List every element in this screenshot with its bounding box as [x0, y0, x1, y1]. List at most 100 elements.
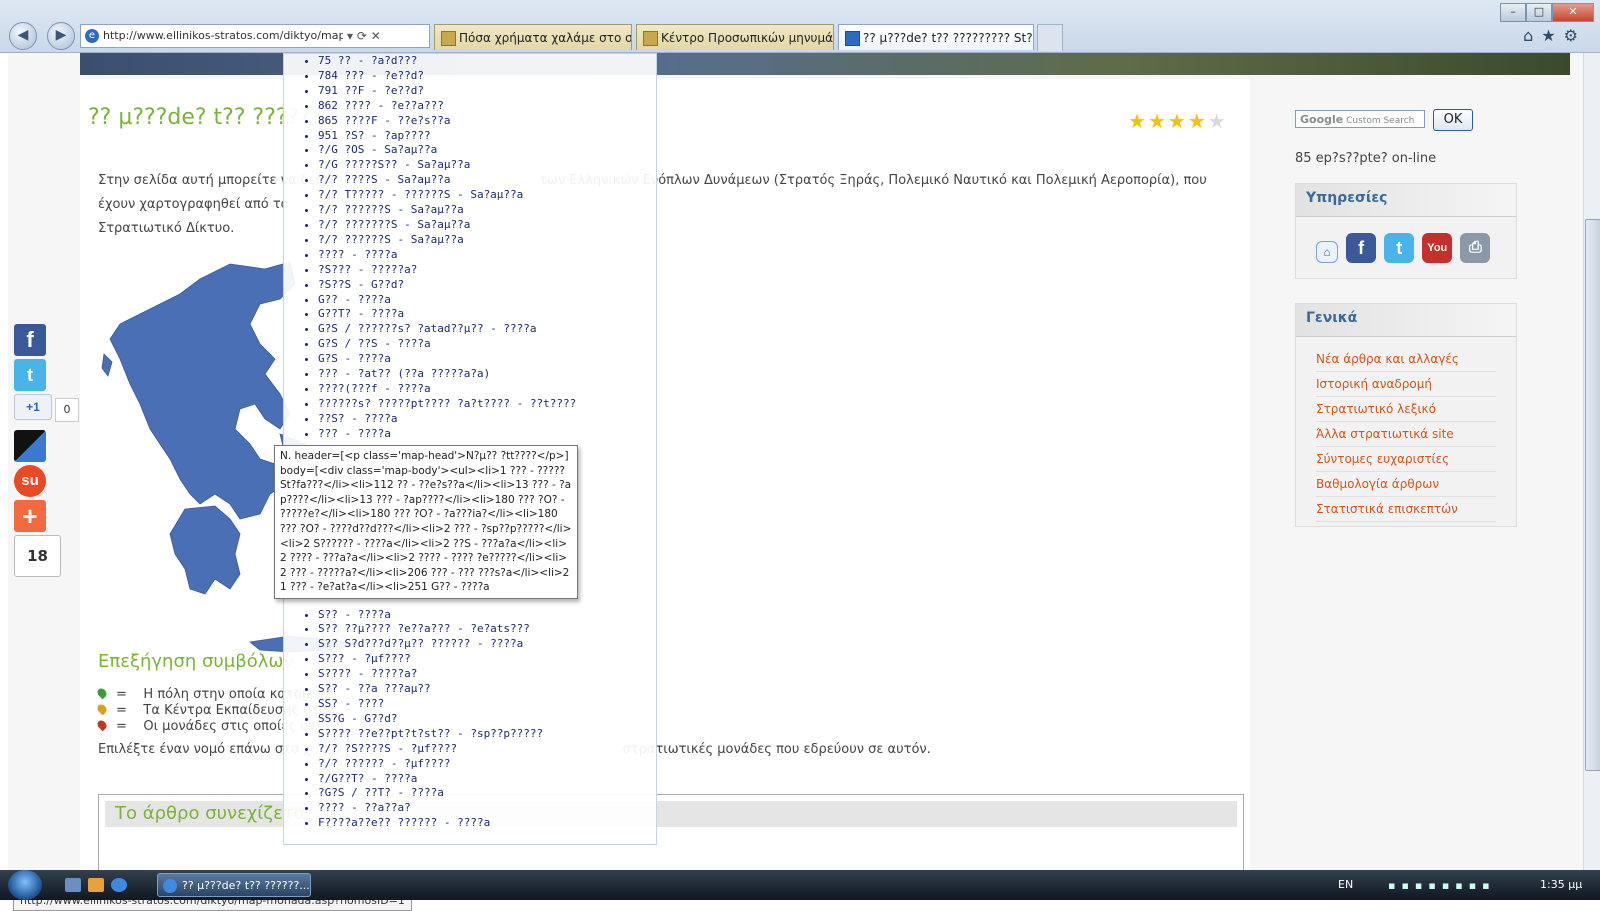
map-region-corfu[interactable] [101, 353, 113, 377]
unit-list-item[interactable]: S?? - ??a ???aµ?? [318, 682, 656, 697]
unit-list-item[interactable]: ?S??? - ?????a? [318, 263, 656, 278]
delicious-share-icon[interactable] [14, 430, 46, 462]
unit-list-item[interactable]: 951 ?S? - ?ap???? [318, 129, 656, 144]
general-link[interactable]: Βαθμολογία άρθρων [1316, 472, 1496, 497]
tab-2[interactable]: Κέντρο Προσωπικών μηνυμά... [636, 24, 834, 50]
general-link[interactable]: Νέα άρθρα και αλλαγές [1316, 347, 1496, 372]
tab-3-active[interactable]: ?? µ???de? t?? ????????? St?at??✕ [838, 24, 1034, 50]
system-tray-icons[interactable]: ▪▪▪▪▪▪▪▪ [1388, 879, 1496, 892]
map-region-mainland[interactable] [109, 261, 296, 520]
general-link[interactable]: Στρατιωτικό λεξικό [1316, 397, 1496, 422]
start-button[interactable] [8, 870, 42, 900]
unit-list-item[interactable]: S?? S?d???d??µ?? ?????? - ????a [318, 637, 656, 652]
unit-list-item[interactable]: 791 ??F - ?e??d? [318, 84, 656, 99]
unit-list-item[interactable]: ???? - ??a??a? [318, 801, 656, 816]
close-window-button[interactable]: ✕ [1552, 3, 1594, 22]
address-url[interactable]: http://www.ellinikos-stratos.com/diktyo/… [103, 25, 343, 47]
taskbar-clock[interactable]: 1:35 µµ [1540, 870, 1582, 900]
unit-list-item[interactable]: 862 ???? - ?e??a??? [318, 99, 656, 114]
unit-list-item[interactable]: ?/? T????? - ??????S - Sa?aµ??a [318, 188, 656, 203]
twitter-icon[interactable]: t [1384, 233, 1415, 263]
facebook-share-icon[interactable]: f [14, 324, 46, 356]
general-link[interactable]: Σύντομες ευχαριστίες [1316, 447, 1496, 472]
unit-list-item[interactable]: ??????s? ?????pt???? ?a?t???? - ??t???? [318, 397, 656, 412]
page-scrollbar[interactable] [1583, 53, 1600, 870]
show-desktop-icon[interactable] [65, 878, 81, 892]
unit-list-item[interactable]: S?? - ????a [318, 608, 656, 623]
unit-list-item[interactable]: S??? - ?µf???? [318, 652, 656, 667]
home-icon[interactable]: ⌂ [1523, 26, 1541, 45]
star-filled-icon[interactable]: ★ [1148, 109, 1168, 133]
new-tab-button[interactable] [1037, 24, 1063, 51]
unit-list-item[interactable]: G?S - ????a [318, 352, 656, 367]
unit-list-item[interactable]: G??T? - ????a [318, 307, 656, 322]
unit-list-item[interactable]: 865 ????F - ??e?s??a [318, 114, 656, 129]
unit-list-item[interactable]: ??? - ????a [318, 427, 656, 442]
unit-list-item[interactable]: ?/? ??????S - Sa?aµ??a [318, 203, 656, 218]
unit-list-item[interactable]: ?/? ??????S - Sa?aµ??a [318, 233, 656, 248]
general-link[interactable]: Άλλα στρατιωτικά site [1316, 422, 1496, 447]
unit-list-item[interactable]: ?/G??T? - ????a [318, 772, 656, 787]
unit-list-item[interactable]: SS?G - G??d? [318, 712, 656, 727]
map-region-peloponnese[interactable] [169, 505, 241, 595]
scrollbar-thumb[interactable] [1585, 219, 1600, 771]
media-player-icon[interactable] [88, 878, 104, 892]
unit-list-item[interactable]: ?/? ?S????S - ?µf???? [318, 742, 656, 757]
favorites-star-icon[interactable]: ★ [1541, 26, 1563, 45]
tab-1[interactable]: Πόσα χρήματα χαλάμε στο στ... [434, 24, 632, 50]
home-icon[interactable]: ⌂ [1316, 241, 1338, 263]
twitter-share-icon[interactable]: t [14, 359, 46, 391]
address-controls[interactable]: ▾ ⟳ ✕ [347, 25, 381, 47]
unit-list-item[interactable]: S?? ??µ???? ?e??a??? - ?e?ats??? [318, 622, 656, 637]
unit-list-item[interactable]: S???? - ?????a? [318, 667, 656, 682]
general-list: Νέα άρθρα και αλλαγές Ιστορική αναδρομή … [1296, 337, 1516, 522]
star-filled-icon[interactable]: ★ [1168, 109, 1188, 133]
star-empty-icon[interactable]: ★ [1208, 109, 1228, 133]
unit-list-item[interactable]: G?S / ??S - ????a [318, 337, 656, 352]
youtube-icon[interactable]: You [1422, 233, 1453, 263]
back-button[interactable]: ◀ [9, 22, 37, 50]
unit-list-item[interactable]: ?/G ?OS - Sa?aµ??a [318, 143, 656, 158]
browser-chrome: – □ ✕ ◀ ▶ e http://www.ellinikos-stratos.co… [0, 0, 1600, 53]
unit-list-item[interactable]: 75 ?? - ?a?d??? [318, 54, 656, 69]
unit-list-item[interactable]: SS? - ???? [318, 697, 656, 712]
general-link[interactable]: Στατιστικά επισκεπτών [1316, 497, 1496, 522]
forward-button[interactable]: ▶ [47, 22, 75, 50]
stumbleupon-share-icon[interactable]: su [14, 465, 46, 497]
unit-list-item[interactable]: 784 ??? - ?e??d? [318, 69, 656, 84]
print-icon[interactable]: ⎙ [1460, 233, 1491, 263]
unit-list-item[interactable]: ?/G ?????S?? - Sa?aµ??a [318, 158, 656, 173]
unit-list-item[interactable]: ???? - ????a [318, 248, 656, 263]
unit-list-item[interactable]: ??S? - ????a [318, 412, 656, 427]
tools-gear-icon[interactable]: ⚙ [1564, 26, 1586, 45]
unit-list-item[interactable]: ?G?S / ??T? - ????a [318, 786, 656, 801]
custom-search-input[interactable]: Google Custom Search [1295, 110, 1425, 128]
taskbar-task-title: ?? µ???de? t?? ??????... [182, 879, 310, 892]
general-link[interactable]: Ιστορική αναδρομή [1316, 372, 1496, 397]
unit-list-item[interactable]: ??? - ?at?? (??a ?????a?a) [318, 367, 656, 382]
unit-list-item[interactable]: ????(???f - ????a [318, 382, 656, 397]
search-ok-button[interactable]: OK [1433, 109, 1473, 131]
star-filled-icon[interactable]: ★ [1188, 109, 1208, 133]
taskbar-ie-window[interactable]: ?? µ???de? t?? ??????... [157, 873, 311, 897]
star-filled-icon[interactable]: ★ [1128, 109, 1148, 133]
unit-list-item[interactable]: S???? ??e??pt?t?st?? - ?sp??p????? [318, 727, 656, 742]
unit-list-item[interactable]: ?S??S - G??d? [318, 278, 656, 293]
unit-list-item[interactable]: F????a??e?? ?????? - ????a [318, 816, 656, 831]
unit-list-item[interactable]: ?/? ????S - Sa?aµ??a [318, 173, 656, 188]
unit-list-item[interactable]: ?/? ?????? - ?µf???? [318, 757, 656, 772]
internet-explorer-icon[interactable] [111, 878, 127, 892]
unit-list-item[interactable]: G?? - ????a [318, 293, 656, 308]
google-plus-one-button[interactable]: +1 [14, 394, 52, 420]
language-indicator[interactable]: EN [1338, 870, 1353, 900]
favicon-icon [441, 31, 456, 46]
facebook-icon[interactable]: f [1346, 233, 1377, 263]
green-pin-icon [95, 686, 109, 700]
minimize-button[interactable]: – [1500, 3, 1526, 22]
maximize-button[interactable]: □ [1526, 3, 1552, 22]
unit-list-item[interactable]: ?/? ???????S - Sa?aµ??a [318, 218, 656, 233]
address-bar[interactable]: e http://www.ellinikos-stratos.com/diktyo… [80, 24, 430, 48]
addthis-share-icon[interactable]: + [14, 500, 46, 532]
rating-stars[interactable]: ★★★★★ [1128, 109, 1228, 133]
unit-list-item[interactable]: G?S / ??????s? ?atad??µ?? - ????a [318, 322, 656, 337]
